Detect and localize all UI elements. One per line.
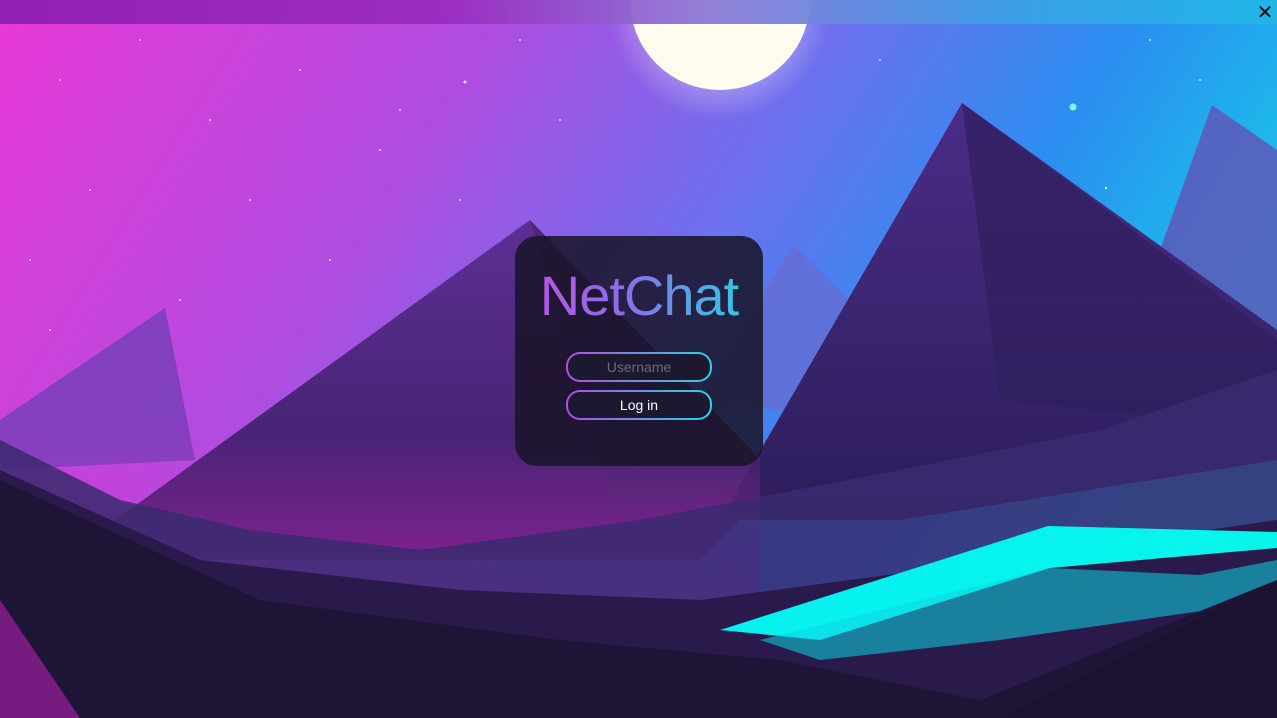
app-logo-title: NetChat (515, 264, 763, 328)
username-field-background (568, 354, 710, 380)
close-icon[interactable]: ✕ (1255, 0, 1275, 24)
username-input[interactable] (568, 354, 710, 380)
login-card: NetChat Log in (515, 236, 763, 466)
window-titlebar (0, 0, 1277, 24)
login-button-frame: Log in (566, 390, 712, 420)
username-field-frame (566, 352, 712, 382)
login-button[interactable]: Log in (568, 392, 710, 418)
login-button-background: Log in (568, 392, 710, 418)
